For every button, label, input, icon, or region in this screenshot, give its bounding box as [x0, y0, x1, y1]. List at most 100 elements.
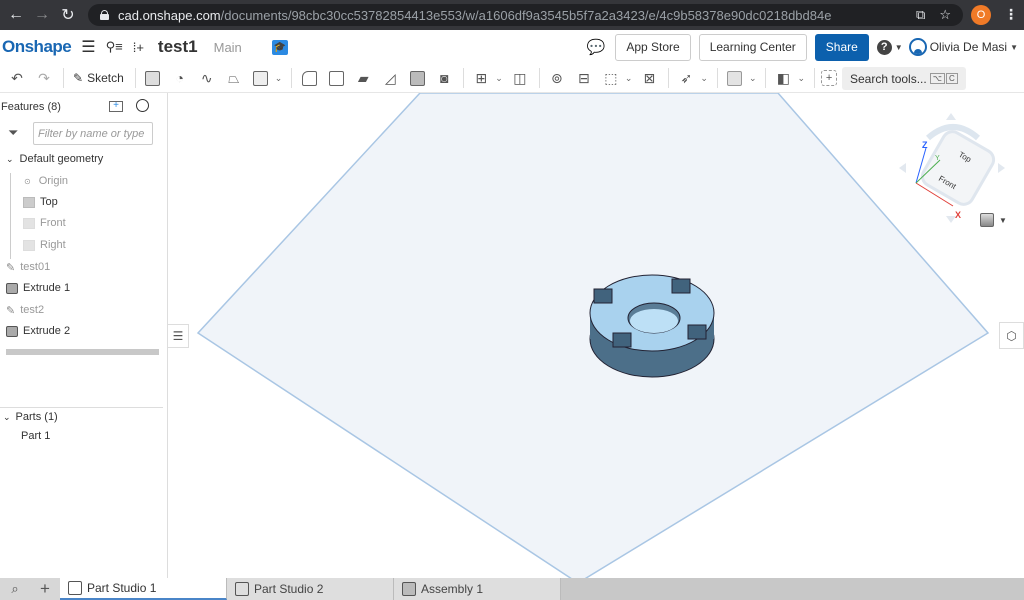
plane-tool-icon[interactable]	[724, 67, 746, 89]
plane-dropdown-icon[interactable]: ⌄	[749, 73, 757, 84]
tree-item-label: Extrude 2	[23, 325, 71, 337]
pattern-tool-icon[interactable]: ⊞	[470, 67, 492, 89]
chevron-down-icon[interactable]: ⌄	[3, 412, 11, 423]
feature-list-icon[interactable]: ⚲≡	[106, 39, 123, 55]
boolean-tool-icon[interactable]: ⊚	[546, 67, 568, 89]
toolbar-separator	[668, 68, 670, 88]
part-list-item[interactable]: Part 1	[21, 426, 50, 446]
translate-icon[interactable]: ⧉	[916, 7, 925, 23]
plane-icon	[23, 196, 35, 208]
tree-item-label: test2	[20, 304, 45, 316]
delete-part-tool-icon[interactable]: ⊠	[638, 67, 660, 89]
tree-item-label: Front	[40, 217, 66, 229]
redo-button[interactable]: ↷	[33, 67, 55, 89]
tab-part-studio-1[interactable]: Part Studio 1	[60, 578, 227, 600]
thicken-tool-icon[interactable]	[250, 67, 272, 89]
shell-tool-icon[interactable]	[406, 67, 428, 89]
filter-funnel-icon[interactable]: ⏷	[8, 125, 18, 141]
tree-item-extrude-2[interactable]: Extrude 2	[6, 321, 70, 341]
revolve-tool-icon[interactable]: ◔	[169, 67, 191, 89]
feature-list-scrollbar[interactable]	[6, 349, 159, 355]
tree-item-right-plane[interactable]: Right	[23, 235, 66, 255]
mate-connector-dropdown-icon[interactable]: ⌄	[797, 73, 805, 84]
forward-arrow-icon[interactable]: →	[29, 2, 55, 28]
mate-connector-tool-icon[interactable]: ◧	[772, 67, 794, 89]
help-dropdown-caret-icon[interactable]: ▼	[895, 43, 903, 52]
comment-bubble-icon[interactable]: 💬	[587, 38, 606, 56]
tree-item-sketch-test2[interactable]: ✎ test2	[6, 300, 44, 320]
profile-avatar[interactable]: O	[971, 5, 991, 25]
pencil-icon: ✎	[73, 71, 84, 85]
tab-search-icon[interactable]: ⌕	[0, 578, 30, 600]
tree-item-top-plane[interactable]: Top	[23, 192, 58, 212]
sketch-button[interactable]: ✎ Sketch	[70, 67, 127, 89]
reload-icon[interactable]: ↻	[55, 2, 81, 28]
add-custom-feature-icon[interactable]: +	[821, 70, 838, 86]
split-tool-icon[interactable]: ⊟	[573, 67, 595, 89]
part-1-model[interactable]	[589, 274, 715, 378]
extrude-tool-icon[interactable]	[142, 67, 164, 89]
hamburger-menu-icon[interactable]: ☰	[81, 37, 95, 57]
rib-tool-icon[interactable]: ◿	[379, 67, 401, 89]
pattern-dropdown-icon[interactable]: ⌄	[495, 73, 503, 84]
shortcut-key: C	[945, 73, 958, 84]
toolbar-separator	[134, 68, 136, 88]
menu-kebab-icon[interactable]: ⋮	[1004, 6, 1018, 23]
document-title[interactable]: test1	[158, 37, 198, 57]
user-avatar-icon[interactable]	[908, 38, 927, 56]
fillet-tool-icon[interactable]	[298, 67, 320, 89]
undo-button[interactable]: ↶	[6, 67, 28, 89]
rollback-timer-icon[interactable]	[136, 99, 149, 112]
tree-item-sketch-test01[interactable]: ✎ test01	[6, 257, 50, 277]
sketch-pencil-icon: ✎	[6, 261, 16, 274]
assembly-icon	[402, 582, 416, 596]
modify-dropdown-icon[interactable]: ⌄	[700, 73, 708, 84]
tree-item-origin[interactable]: ⊙ Origin	[24, 171, 68, 191]
search-tools-input[interactable]: Search tools... ⌥ C	[842, 67, 966, 90]
toggle-feature-list-button[interactable]: ☰	[167, 324, 189, 348]
plane-icon	[23, 217, 35, 229]
chamfer-tool-icon[interactable]	[325, 67, 347, 89]
3d-viewport[interactable]: Top Front X Z Y	[168, 93, 1024, 578]
tab-bar: ⌕ + Part Studio 1 Part Studio 2 Assembly…	[0, 578, 1024, 600]
add-tab-icon[interactable]: +	[30, 578, 60, 600]
tree-item-extrude-1[interactable]: Extrude 1	[6, 278, 70, 298]
education-cap-icon[interactable]: 🎓	[271, 39, 288, 55]
draft-tool-icon[interactable]: ▰	[352, 67, 374, 89]
tree-item-parts[interactable]: ⌄ Parts (1)	[3, 407, 58, 427]
app-store-button[interactable]: App Store	[615, 33, 691, 61]
address-bar[interactable]: cad.onshape.com/documents/98cbc30cc53782…	[88, 4, 963, 26]
view-cube[interactable]: Top Front X Z Y	[899, 113, 1005, 223]
tab-part-studio-2[interactable]: Part Studio 2	[227, 578, 394, 600]
add-folder-icon[interactable]: +	[109, 101, 123, 112]
branch-label[interactable]: Main	[214, 40, 242, 55]
bookmark-star-icon[interactable]: ☆	[939, 7, 951, 23]
tree-item-front-plane[interactable]: Front	[23, 213, 66, 233]
feature-filter-input[interactable]: Filter by name or type	[33, 122, 153, 145]
tree-item-default-geometry[interactable]: ⌄ Default geometry	[6, 149, 103, 169]
transform-dropdown-icon[interactable]: ⌄	[625, 73, 633, 84]
mirror-tool-icon[interactable]: ◫	[509, 67, 531, 89]
view-options-button[interactable]: ▼	[980, 213, 1007, 227]
user-name[interactable]: Olivia De Masi	[930, 40, 1007, 54]
hole-tool-icon[interactable]: ◙	[433, 67, 455, 89]
url-path: /documents/98cbc30cc53782854413e553/w/a1…	[220, 7, 832, 23]
learning-center-button[interactable]: Learning Center	[698, 33, 807, 61]
modify-tool-icon[interactable]: ➶	[675, 67, 697, 89]
back-arrow-icon[interactable]: ←	[3, 2, 29, 28]
user-dropdown-caret-icon[interactable]: ▼	[1010, 43, 1018, 52]
thicken-dropdown-icon[interactable]: ⌄	[275, 73, 283, 84]
onshape-logo[interactable]: Onshape	[2, 37, 72, 57]
appearance-panel-button[interactable]: ⬡	[999, 322, 1024, 349]
tab-assembly-1[interactable]: Assembly 1	[394, 578, 561, 600]
help-icon[interactable]: ?	[876, 39, 892, 55]
viewport-canvas[interactable]: Top Front X Z Y	[168, 93, 1024, 578]
transform-tool-icon[interactable]: ⬚	[600, 67, 622, 89]
tree-item-label: Parts (1)	[15, 411, 58, 423]
tab-label: Part Studio 1	[87, 581, 157, 595]
chevron-down-icon[interactable]: ⌄	[6, 154, 14, 165]
insert-icon[interactable]: ⁞+	[133, 40, 144, 55]
loft-tool-icon[interactable]: ⏢	[223, 67, 245, 89]
share-button[interactable]: Share	[814, 33, 869, 61]
sweep-tool-icon[interactable]: ∿	[196, 67, 218, 89]
